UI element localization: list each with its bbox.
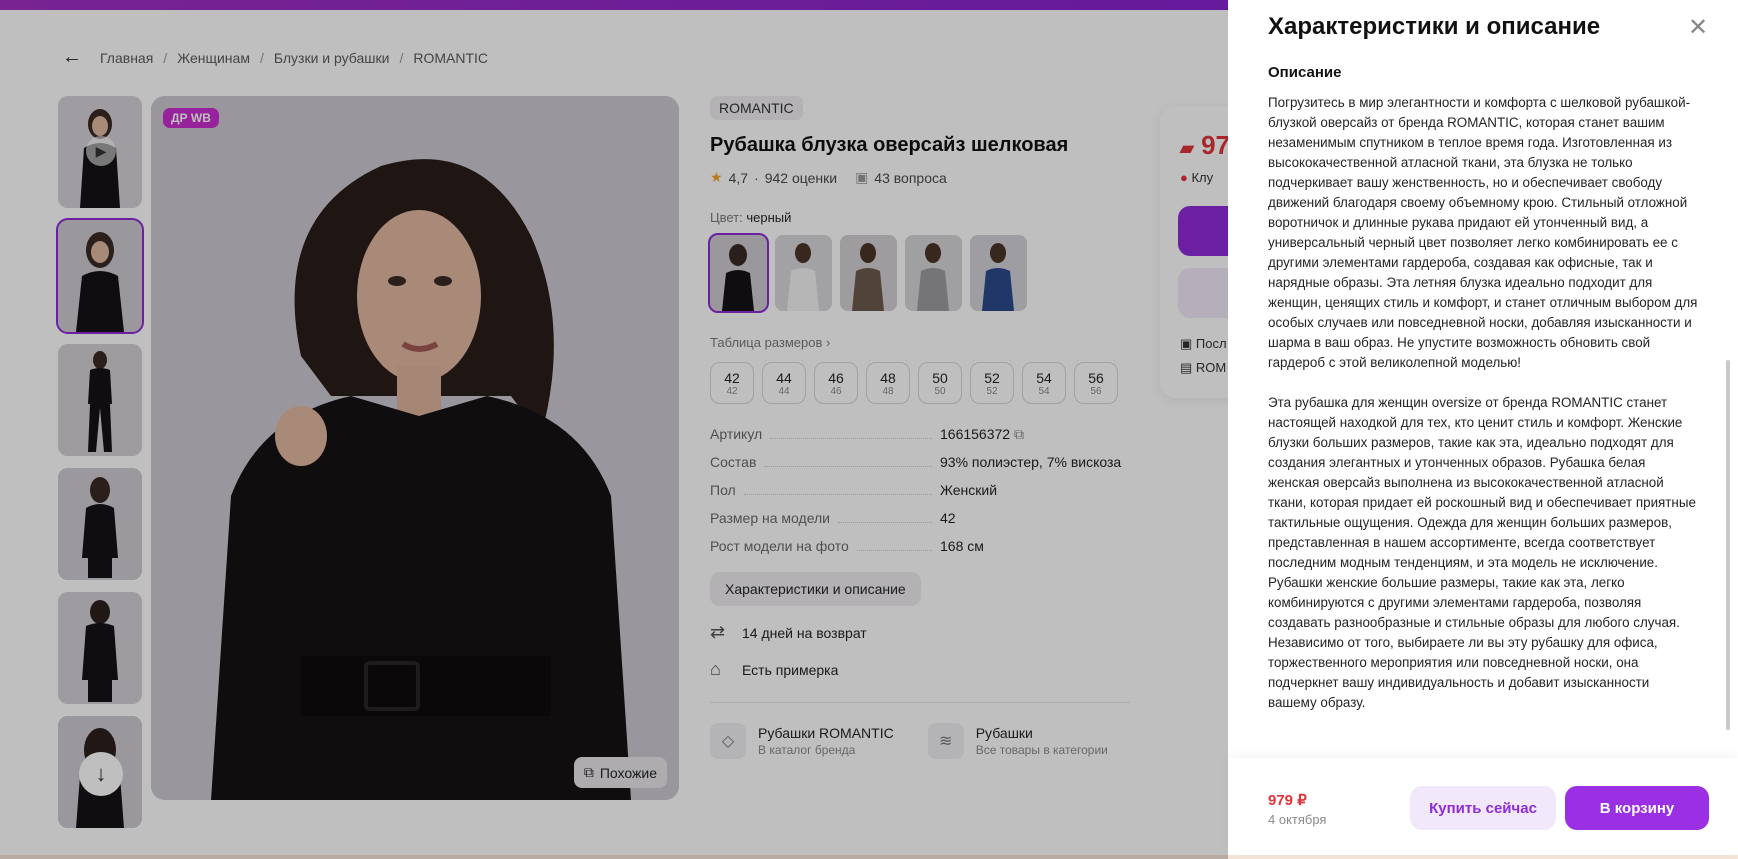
modal-backdrop[interactable]	[0, 0, 1228, 859]
scrollbar[interactable]	[1726, 360, 1730, 730]
footer-price: 979 ₽	[1268, 792, 1307, 809]
description-paragraph: Эта рубашка для женщин oversize от бренд…	[1268, 395, 1696, 710]
description-paragraph: Погрузитесь в мир элегантности и комфорт…	[1268, 95, 1698, 370]
description-heading: Описание	[1268, 64, 1342, 81]
drawer-body[interactable]: Описание Погрузитесь в мир элегантности …	[1268, 64, 1700, 764]
add-to-cart-button[interactable]: В корзину	[1565, 786, 1709, 830]
buy-now-button[interactable]: Купить сейчас	[1410, 786, 1556, 830]
drawer-title: Характеристики и описание	[1268, 13, 1601, 40]
drawer-footer: 979 ₽ 4 октября Купить сейчас В корзину	[1228, 758, 1738, 855]
delivery-date: 4 октября	[1268, 812, 1327, 827]
close-icon[interactable]: ✕	[1688, 16, 1708, 40]
characteristics-drawer: Характеристики и описание ✕ Описание Пог…	[1228, 0, 1738, 855]
